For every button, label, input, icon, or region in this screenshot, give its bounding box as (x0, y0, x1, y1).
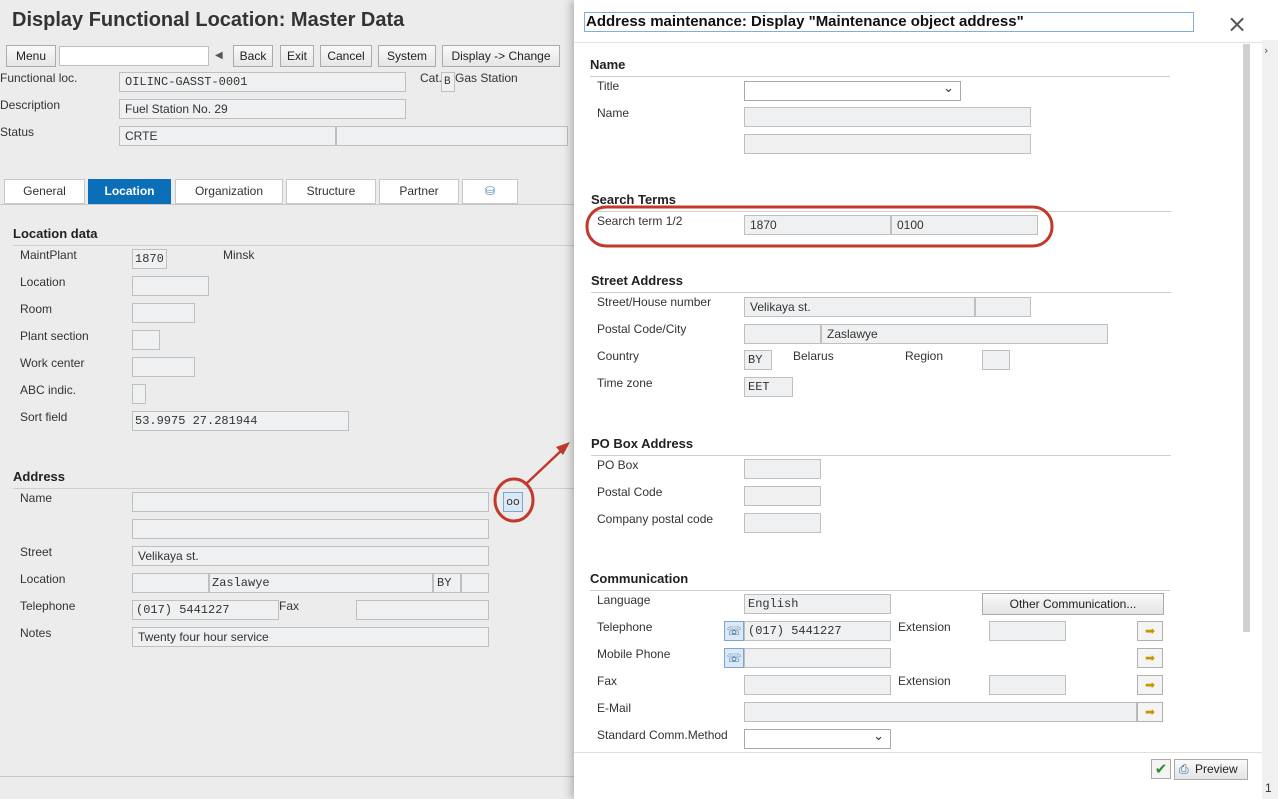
search-term-1-field[interactable]: 1870 (744, 215, 891, 235)
dialog-name-field-2[interactable] (744, 134, 1031, 154)
street-field[interactable]: Velikaya st. (744, 297, 975, 317)
country-text: Belarus (793, 349, 834, 363)
telephone-more-button[interactable]: ➡ (1137, 621, 1163, 641)
search-term-2-field[interactable]: 0100 (891, 215, 1038, 235)
company-postal-field[interactable] (744, 513, 821, 533)
dialog-search-section: Search Terms (591, 192, 677, 207)
dialog-fax-label: Fax (597, 674, 618, 688)
email-label: E-Mail (597, 701, 632, 715)
fax-more-button[interactable]: ➡ (1137, 675, 1163, 695)
page-number: 1 (1265, 781, 1272, 795)
arrow-right-icon: ➡ (1144, 651, 1156, 665)
dialog-title-label: Title (597, 79, 620, 93)
dialog-street-divider (591, 292, 1171, 293)
mobile-label: Mobile Phone (597, 647, 671, 661)
dialog-footer-divider (574, 752, 1278, 753)
timezone-label: Time zone (597, 376, 653, 390)
highlight-circle-glasses (493, 477, 535, 523)
dialog-street-section: Street Address (591, 273, 683, 288)
fax-extension-field[interactable] (989, 675, 1066, 695)
dialog-name-divider (590, 76, 1170, 77)
arrow-right-icon: ➡ (1144, 624, 1156, 638)
pobox-label: PO Box (597, 458, 639, 472)
title-dropdown[interactable] (744, 81, 961, 101)
std-comm-dropdown[interactable] (744, 729, 891, 749)
dialog-postal-field[interactable] (744, 324, 821, 344)
timezone-field[interactable]: EET (744, 377, 793, 397)
arrow-right-icon: ➡ (1144, 705, 1156, 719)
fax-extension-label: Extension (898, 674, 951, 688)
dialog-fax-field[interactable] (744, 675, 891, 695)
postal-city-label: Postal Code/City (597, 322, 687, 336)
dialog-title-divider (574, 42, 1278, 43)
preview-button[interactable]: ⎙ Preview (1174, 759, 1248, 780)
annotation-arrow (526, 448, 564, 484)
language-label: Language (597, 593, 651, 607)
other-communication-button[interactable]: Other Communication... (982, 593, 1164, 615)
telephone-extension-label: Extension (898, 620, 951, 634)
dialog-telephone-label: Telephone (597, 620, 653, 634)
house-number-field[interactable] (975, 297, 1031, 317)
dialog-title: Address maintenance: Display "Maintenanc… (584, 12, 1194, 32)
dialog-name-section: Name (590, 57, 626, 72)
dialog-search-divider (591, 211, 1171, 212)
pobox-field[interactable] (744, 459, 821, 479)
confirm-button[interactable]: ✔ (1151, 759, 1171, 779)
printer-icon: ⎙ (1179, 762, 1189, 776)
right-edge-strip (1262, 40, 1278, 799)
address-dialog: Address maintenance: Display "Maintenanc… (574, 0, 1278, 799)
right-edge-chevron-icon[interactable]: › (1264, 44, 1268, 57)
dialog-city-field[interactable]: Zaslawye (821, 324, 1108, 344)
dialog-scrollbar[interactable] (1243, 44, 1250, 632)
std-comm-label: Standard Comm.Method (597, 728, 728, 742)
dialog-pobox-section: PO Box Address (591, 436, 694, 451)
country-field[interactable]: BY (744, 350, 772, 370)
mobile-field[interactable] (744, 648, 891, 668)
region-label: Region (905, 349, 944, 363)
arrow-right-icon: ➡ (1144, 678, 1156, 692)
dialog-pobox-divider (591, 455, 1171, 456)
email-field[interactable] (744, 702, 1137, 722)
checkmark-icon: ✔ (1154, 760, 1168, 778)
region-field[interactable] (982, 350, 1010, 370)
pobox-postal-field[interactable] (744, 486, 821, 506)
pobox-postal-label: Postal Code (597, 485, 663, 499)
street-house-label: Street/House number (597, 295, 712, 309)
dialog-comm-divider (590, 590, 1170, 591)
dialog-name-label: Name (597, 106, 630, 120)
language-field[interactable]: English (744, 594, 891, 614)
country-label: Country (597, 349, 640, 363)
telephone-extension-field[interactable] (989, 621, 1066, 641)
company-postal-label: Company postal code (597, 512, 714, 526)
dialog-name-field-1[interactable] (744, 107, 1031, 127)
close-icon[interactable]: × (1227, 10, 1247, 38)
preview-label: Preview (1194, 762, 1238, 776)
dialog-telephone-field[interactable]: (017) 5441227 (744, 621, 891, 641)
telephone-icon[interactable]: ☏ (724, 621, 744, 641)
dialog-comm-section: Communication (590, 571, 689, 586)
email-more-button[interactable]: ➡ (1137, 702, 1163, 722)
search-term-label: Search term 1/2 (597, 214, 683, 228)
mobile-more-button[interactable]: ➡ (1137, 648, 1163, 668)
mobile-phone-icon[interactable]: ☏ (724, 648, 744, 668)
